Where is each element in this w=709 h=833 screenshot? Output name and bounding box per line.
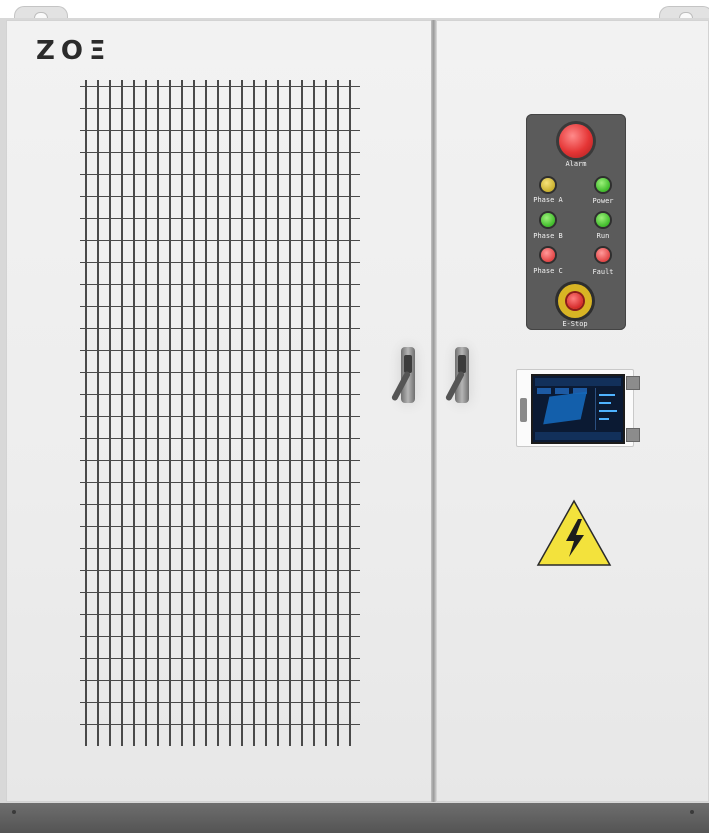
cabinet-base: [0, 803, 709, 833]
door-seam: [431, 20, 436, 802]
hmi-touchscreen[interactable]: [531, 374, 625, 444]
phase-c-lamp: [541, 248, 555, 262]
screen-side-panel: [595, 388, 620, 430]
power-label: Power: [592, 197, 614, 205]
screen-bar: [599, 394, 615, 396]
phase-a-lamp: [541, 178, 555, 192]
power-lamp: [596, 178, 610, 192]
base-rivet: [12, 810, 16, 814]
phase-c-label: Phase C: [533, 267, 563, 275]
alarm-lamp: [559, 124, 593, 158]
screen-bar: [599, 410, 617, 412]
screen-bar: [599, 418, 609, 420]
hmi-hinge-top: [626, 376, 640, 390]
screen-card: [537, 388, 551, 394]
fault-lamp: [596, 248, 610, 262]
base-rivet: [690, 810, 694, 814]
screen-battery-graphic: [543, 391, 587, 425]
screen-header: [535, 378, 621, 386]
run-lamp: [596, 213, 610, 227]
alarm-label: Alarm: [565, 160, 587, 168]
screen-bar: [599, 402, 611, 404]
brand-logo: ZOΞ: [36, 36, 112, 66]
phase-b-lamp: [541, 213, 555, 227]
high-voltage-icon: [536, 499, 612, 566]
battery-cabinet: ZOΞ Alarm Phase A Power Phase B Run Phas…: [0, 0, 709, 833]
estop-label: E-Stop: [562, 320, 588, 328]
fault-label: Fault: [592, 268, 614, 276]
emergency-stop-button[interactable]: [558, 284, 592, 318]
screen-card: [555, 388, 569, 394]
run-label: Run: [596, 232, 610, 240]
phase-a-label: Phase A: [533, 196, 563, 204]
hmi-hinge-bottom: [626, 428, 640, 442]
hmi-latch[interactable]: [520, 398, 527, 422]
screen-footer: [535, 432, 621, 440]
phase-b-label: Phase B: [533, 232, 563, 240]
ventilation-grille: [80, 80, 360, 746]
